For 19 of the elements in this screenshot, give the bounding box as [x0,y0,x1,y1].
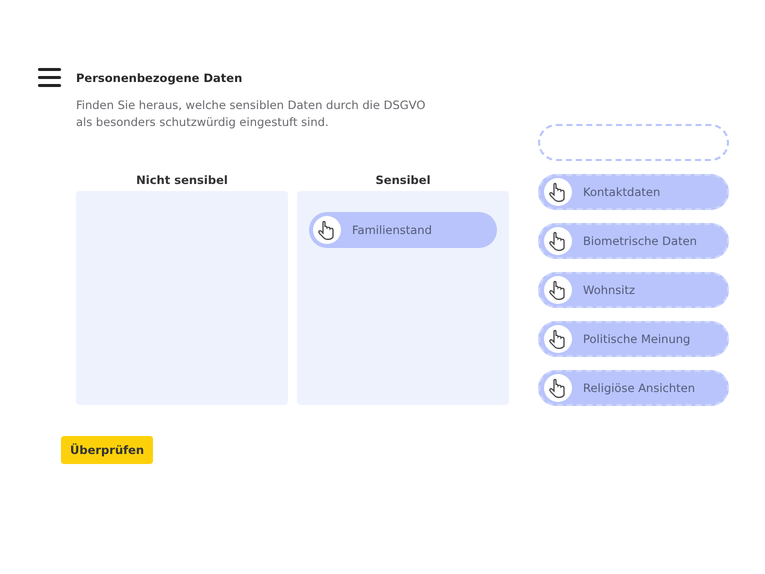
draggable-chip[interactable]: Wohnsitz [538,272,729,308]
hand-pointer-icon [312,215,342,245]
hand-pointer-icon [543,275,573,305]
hand-pointer-icon [543,177,573,207]
draggable-chip[interactable]: Familienstand [309,212,497,248]
draggable-chip[interactable]: Biometrische Daten [538,223,729,259]
page-title: Personenbezogene Daten [76,70,242,84]
instruction-text: Finden Sie heraus, welche sensiblen Daten durch die DSGVO als besonders schutzwürdig eingestuft sind. [76,97,426,131]
drop-zone[interactable]: Familienstand [297,191,509,405]
check-button[interactable]: Überprüfen [61,436,154,464]
hand-pointer-icon [543,373,573,403]
zone-heading: Sensibel [375,173,431,189]
draggable-chip[interactable]: Kontaktdaten [538,174,729,210]
hand-pointer-icon [543,324,573,354]
hand-pointer-icon [543,226,573,256]
draggable-chip[interactable]: Politische Meinung [538,321,729,357]
zone-heading: Nicht sensibel [136,173,228,189]
menu-icon[interactable] [38,68,61,87]
draggable-chip[interactable]: Religiöse Ansichten [538,370,729,406]
